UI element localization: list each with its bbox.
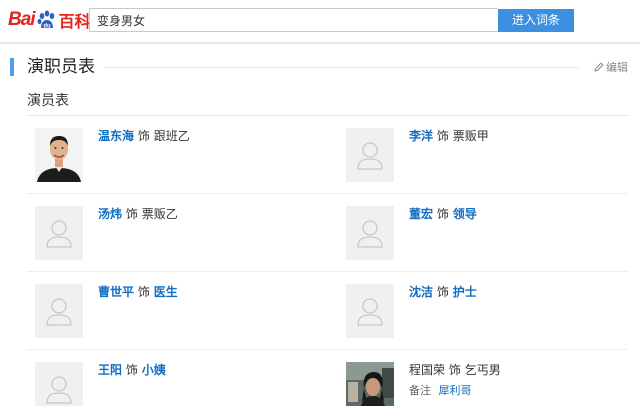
user-placeholder-icon [346,284,394,338]
actor-name-link[interactable]: 温东海 [98,129,134,143]
top-bar: Bai du 百科 进入词条 [0,0,640,44]
cast-note: 备注 犀利哥 [409,383,501,399]
actor-photo-placeholder[interactable] [346,128,394,182]
actor-name-link[interactable]: 曹世平 [98,285,134,299]
role-name-link[interactable]: 医生 [154,285,178,299]
cast-list-title: 演员表 [27,93,69,109]
role-name: 跟班乙 [153,129,190,143]
cast-item: 沈洁 饰 护士 [346,284,626,344]
plays-label: 饰 [137,285,150,299]
paw-icon: du [37,10,54,30]
section-title: 演职员表 [27,57,95,77]
actor-name-link[interactable]: 王阳 [98,363,122,377]
actor-photo-placeholder[interactable] [346,284,394,338]
actor-name-link[interactable]: 汤炜 [98,207,122,221]
search-input[interactable] [90,9,498,31]
actor-name-link[interactable]: 董宏 [409,207,433,221]
row-divider [27,193,628,194]
actor-photo[interactable] [35,128,83,182]
plays-label: 饰 [125,207,138,221]
section-header: 演职员表 编辑 [10,57,630,79]
note-label: 备注 [409,384,431,397]
cast-info: 程国荣 饰 乞丐男 备注 犀利哥 [409,362,501,399]
cast-item: 李洋 饰 票贩甲 [346,128,626,188]
cast-item: 王阳 饰 小姨 [35,362,315,406]
cast-info: 李洋 饰 票贩甲 [409,128,489,144]
note-link[interactable]: 犀利哥 [439,384,472,397]
plays-label: 饰 [436,285,449,299]
actor-photo-placeholder[interactable] [346,206,394,260]
role-name: 票贩甲 [452,129,489,143]
plays-label: 饰 [436,129,449,143]
cast-item: 汤炜 饰 票贩乙 [35,206,315,266]
search-box [89,8,498,32]
edit-label: 编辑 [606,61,628,74]
actor-photo-placeholder[interactable] [35,284,83,338]
actor-name-link[interactable]: 沈洁 [409,285,433,299]
cast-item: 曹世平 饰 医生 [35,284,315,344]
user-placeholder-icon [35,206,83,260]
baike-logo[interactable]: Bai du 百科 [8,8,91,32]
plays-label: 饰 [137,129,150,143]
role-name-link[interactable]: 领导 [453,207,477,221]
cast-item: 董宏 饰 领导 [346,206,626,266]
actor-name: 程国荣 [409,363,446,377]
svg-text:du: du [43,24,51,30]
actor-photo-placeholder[interactable] [35,362,83,406]
user-placeholder-icon [346,206,394,260]
role-name-link[interactable]: 护士 [453,285,477,299]
cast-list-top-divider [27,115,628,116]
actor-name-link[interactable]: 李洋 [409,129,433,143]
section-divider [105,67,578,68]
plays-label: 饰 [448,363,461,377]
logo-bai-text: Bai [8,9,36,30]
row-divider [27,349,628,350]
cast-info: 曹世平 饰 医生 [98,284,178,300]
actor-photo-placeholder[interactable] [35,206,83,260]
pencil-icon [594,62,604,72]
plays-label: 饰 [125,363,138,377]
role-name-link[interactable]: 小姨 [142,363,166,377]
plays-label: 饰 [436,207,449,221]
cast-item: 温东海 饰 跟班乙 [35,128,315,188]
user-placeholder-icon [35,362,83,406]
section-accent-bar [10,58,14,76]
user-placeholder-icon [35,284,83,338]
row-divider [27,271,628,272]
cast-item: 程国荣 饰 乞丐男 备注 犀利哥 [346,362,626,406]
cast-info: 董宏 饰 领导 [409,206,477,222]
cast-info: 温东海 饰 跟班乙 [98,128,190,144]
cast-info: 王阳 饰 小姨 [98,362,166,378]
user-placeholder-icon [346,128,394,182]
logo-baike-text: 百科 [58,12,91,31]
role-name: 票贩乙 [141,207,178,221]
role-name: 乞丐男 [464,363,501,377]
cast-info: 沈洁 饰 护士 [409,284,477,300]
edit-link[interactable]: 编辑 [594,59,628,75]
cast-info: 汤炜 饰 票贩乙 [98,206,178,222]
enter-entry-button[interactable]: 进入词条 [498,9,574,32]
actor-photo[interactable] [346,362,394,406]
